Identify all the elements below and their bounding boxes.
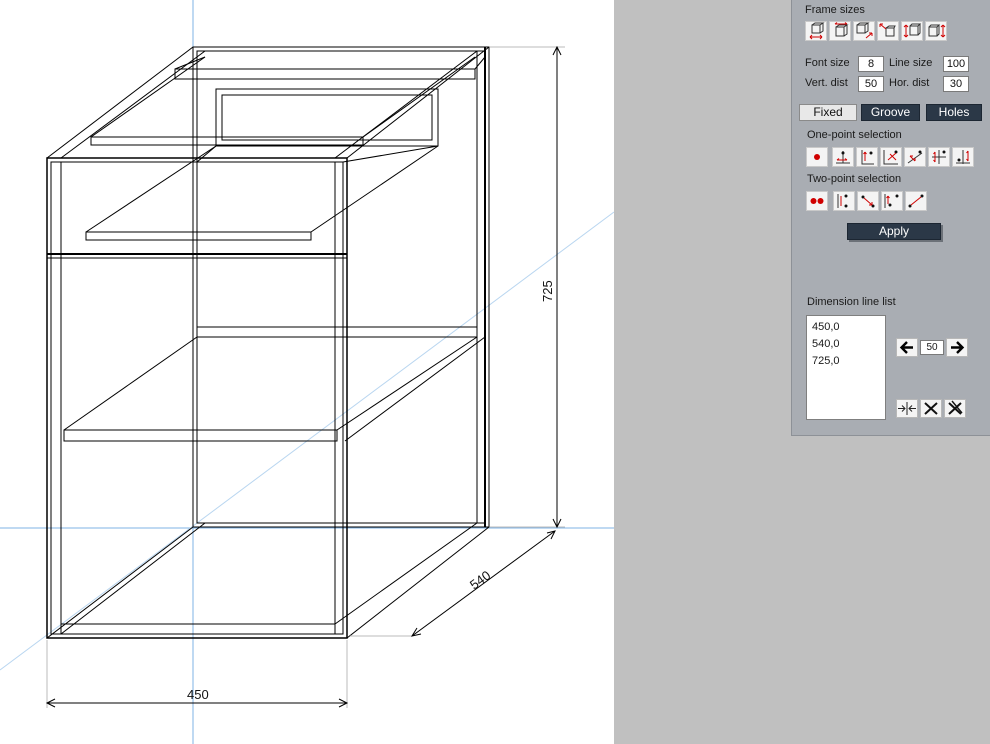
box-width-icon[interactable] bbox=[805, 21, 827, 41]
dimension-height-label: 725 bbox=[540, 280, 555, 302]
tab-groove[interactable]: Groove bbox=[861, 104, 920, 121]
vert-dist-input[interactable]: 50 bbox=[858, 76, 884, 92]
dimension-width-label: 450 bbox=[187, 687, 209, 702]
dimension-line-list-label: Dimension line list bbox=[807, 296, 896, 308]
two-point-selection-label: Two-point selection bbox=[807, 173, 902, 185]
tab-fixed[interactable]: Fixed bbox=[799, 104, 857, 121]
point-vertical-right-icon[interactable] bbox=[952, 147, 974, 167]
one-point-selection-label: One-point selection bbox=[807, 129, 902, 141]
tab-holes[interactable]: Holes bbox=[926, 104, 982, 121]
point-diagonal-dim-icon[interactable] bbox=[880, 147, 902, 167]
arrow-right-icon[interactable] bbox=[946, 338, 968, 357]
apply-button[interactable]: Apply bbox=[847, 223, 941, 240]
delete-all-lines-icon[interactable] bbox=[944, 399, 966, 418]
dimension-panel: Frame sizes Font size 8 Line size 100 Ve… bbox=[791, 0, 990, 436]
point-horizontal-dim-icon[interactable] bbox=[832, 147, 854, 167]
box-depth-icon[interactable] bbox=[829, 21, 851, 41]
list-item[interactable]: 450,0 bbox=[812, 319, 880, 336]
line-size-label: Line size bbox=[889, 57, 933, 69]
hor-dist-input[interactable]: 30 bbox=[943, 76, 969, 92]
dimension-depth-label: 540 bbox=[467, 568, 493, 593]
frame-sizes-label: Frame sizes bbox=[805, 4, 865, 16]
two-point-vertical-icon[interactable] bbox=[833, 191, 855, 211]
two-point-corner-icon[interactable] bbox=[881, 191, 903, 211]
step-input[interactable]: 50 bbox=[920, 340, 944, 355]
font-size-input[interactable]: 8 bbox=[858, 56, 884, 72]
cabinet-wireframe: 450 725 540 bbox=[0, 0, 614, 744]
two-points-icon[interactable] bbox=[806, 191, 828, 211]
arrow-left-icon[interactable] bbox=[896, 338, 918, 357]
point-vertical-dim-icon[interactable] bbox=[856, 147, 878, 167]
delete-line-icon[interactable] bbox=[920, 399, 942, 418]
hor-dist-label: Hor. dist bbox=[889, 77, 930, 89]
box-height-icon[interactable] bbox=[901, 21, 923, 41]
box-diagonal-icon[interactable] bbox=[853, 21, 875, 41]
font-size-label: Font size bbox=[805, 57, 850, 69]
merge-lines-icon[interactable] bbox=[896, 399, 918, 418]
line-size-input[interactable]: 100 bbox=[943, 56, 969, 72]
list-item[interactable]: 725,0 bbox=[812, 353, 880, 370]
two-point-line-icon[interactable] bbox=[905, 191, 927, 211]
point-diagonal-alt-icon[interactable] bbox=[904, 147, 926, 167]
two-point-diagonal-icon[interactable] bbox=[857, 191, 879, 211]
point-vertical-left-icon[interactable] bbox=[928, 147, 950, 167]
box-corner-icon[interactable] bbox=[877, 21, 899, 41]
vert-dist-label: Vert. dist bbox=[805, 77, 848, 89]
list-item[interactable]: 540,0 bbox=[812, 336, 880, 353]
dimension-line-list[interactable]: 450,0 540,0 725,0 bbox=[806, 315, 886, 420]
box-height-alt-icon[interactable] bbox=[925, 21, 947, 41]
single-point-icon[interactable] bbox=[806, 147, 828, 167]
3d-viewport[interactable]: 450 725 540 bbox=[0, 0, 614, 744]
